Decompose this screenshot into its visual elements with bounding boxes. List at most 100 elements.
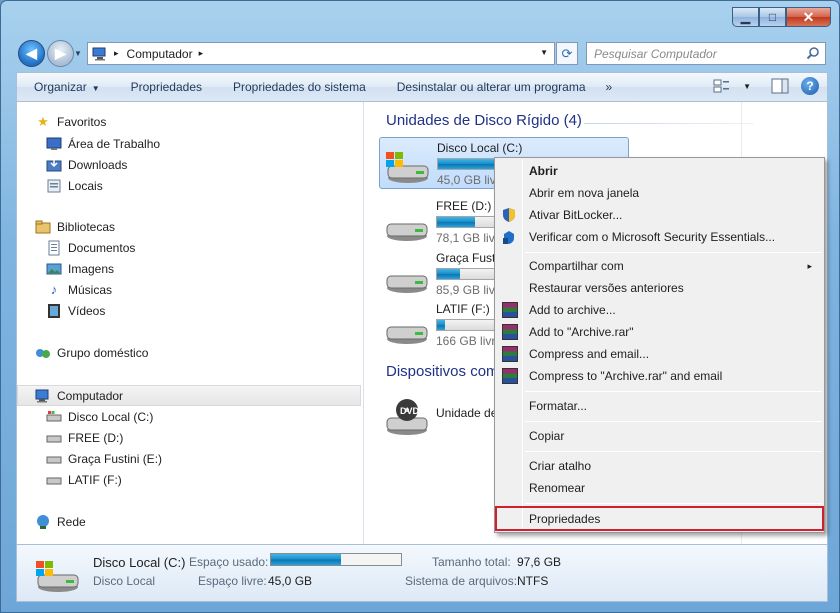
pictures-icon [46, 263, 62, 274]
drive-usage-fill [437, 320, 445, 330]
sidebar-item-label: FREE (D:) [68, 430, 124, 445]
sidebar-favorites[interactable]: ★ Favoritos [35, 111, 106, 132]
view-controls: ▼ ? [713, 77, 819, 95]
address-dropdown-icon[interactable]: ▼ [540, 48, 548, 57]
preview-pane-icon[interactable] [771, 78, 789, 94]
sidebar-computer[interactable]: Computador [17, 385, 361, 406]
menu-item-add-to-archive[interactable]: Add to archive... [497, 299, 822, 321]
menu-separator [525, 451, 822, 452]
documents-icon [48, 240, 60, 255]
menu-item-label: Abrir [529, 164, 558, 178]
more-commands-button[interactable]: » [600, 80, 627, 94]
sidebar-libraries-label: Bibliotecas [57, 219, 116, 234]
details-free-value: 45,0 GB [268, 574, 313, 588]
sidebar-item-pictures[interactable]: Imagens [46, 258, 114, 279]
back-arrow-icon: ◀ [26, 45, 37, 61]
sidebar-item-music[interactable]: ♪ Músicas [46, 279, 112, 300]
menu-item-properties[interactable]: Propriedades [495, 506, 824, 531]
menu-item-label: Propriedades [529, 511, 601, 526]
menu-item-label: Abrir em nova janela [529, 186, 640, 200]
navigation-bar: ◀ ▶ ▼ ▸ Computador ▸ ▼ ⟳ Pesquisar Compu… [1, 35, 839, 71]
sidebar-item-recent[interactable]: Locais [46, 175, 103, 196]
sidebar-item-label: Locais [68, 178, 103, 193]
dvd-drive-icon [386, 399, 428, 435]
menu-item-rename[interactable]: Renomear [497, 477, 822, 499]
forward-button[interactable]: ▶ [47, 40, 74, 67]
menu-item-share-with[interactable]: Compartilhar com ▸ [497, 255, 822, 277]
sidebar-network[interactable]: Rede [35, 511, 86, 532]
winrar-icon [502, 368, 518, 384]
command-bar: Organizar ▼ Propriedades Propriedades do … [16, 72, 828, 102]
help-icon[interactable]: ? [801, 77, 819, 95]
computer-icon [35, 389, 49, 402]
address-bar[interactable]: ▸ Computador ▸ ▼ [87, 42, 555, 65]
menu-item-security-scan[interactable]: Verificar com o Microsoft Security Essen… [497, 226, 822, 248]
menu-item-format[interactable]: Formatar... [497, 395, 822, 417]
caption-buttons: ▁ □ ✕ [732, 7, 831, 27]
menu-item-open[interactable]: Abrir [497, 160, 822, 182]
sidebar-item-label: Imagens [68, 261, 115, 276]
sidebar-item-desktop[interactable]: Área de Trabalho [46, 133, 160, 154]
menu-item-label: Criar atalho [529, 459, 592, 473]
refresh-icon: ⟳ [561, 45, 573, 61]
drive-name: FREE (D:) [436, 199, 492, 213]
sidebar-item-label: Graça Fustini (E:) [68, 451, 163, 466]
menu-item-compress-email[interactable]: Compress and email... [497, 343, 822, 365]
menu-separator [525, 252, 822, 253]
search-input[interactable]: Pesquisar Computador [586, 42, 826, 65]
desktop-icon [46, 137, 62, 150]
music-icon: ♪ [50, 282, 58, 297]
drive-icon [386, 223, 428, 241]
back-button[interactable]: ◀ [18, 40, 45, 67]
organize-menu[interactable]: Organizar ▼ [17, 80, 114, 94]
sidebar-item-documents[interactable]: Documentos [46, 237, 135, 258]
sidebar-item-videos[interactable]: Vídeos [46, 300, 105, 321]
change-view-icon[interactable] [713, 78, 731, 94]
sidebar-item-drive-f[interactable]: LATIF (F:) [46, 469, 122, 490]
sidebar-network-label: Rede [57, 514, 86, 529]
view-dropdown-icon[interactable]: ▼ [743, 82, 751, 91]
search-icon[interactable] [806, 46, 820, 60]
recent-pages-dropdown[interactable]: ▼ [74, 49, 82, 58]
group-header-hdd[interactable]: Unidades de Disco Rígido (4) [386, 112, 582, 129]
sidebar-item-drive-e[interactable]: Graça Fustini (E:) [46, 448, 162, 469]
close-button[interactable]: ✕ [786, 7, 831, 27]
sidebar-libraries[interactable]: Bibliotecas [35, 216, 115, 237]
menu-item-restore-versions[interactable]: Restaurar versões anteriores [497, 277, 822, 299]
sidebar-item-drive-c[interactable]: Disco Local (C:) [46, 406, 153, 427]
drive-name: LATIF (F:) [436, 302, 490, 316]
menu-item-compress-rar-email[interactable]: Compress to "Archive.rar" and email [497, 365, 822, 387]
sidebar-item-downloads[interactable]: Downloads [46, 154, 127, 175]
sidebar-homegroup[interactable]: Grupo doméstico [35, 342, 148, 363]
breadcrumb-computador[interactable]: Computador [127, 47, 193, 61]
minimize-button[interactable]: ▁ [732, 7, 759, 27]
sidebar-item-label: Documentos [68, 240, 136, 255]
menu-item-label: Compress and email... [529, 347, 650, 361]
sidebar-item-drive-d[interactable]: FREE (D:) [46, 427, 123, 448]
drive-icon [46, 435, 62, 442]
properties-button[interactable]: Propriedades [114, 80, 216, 94]
refresh-button[interactable]: ⟳ [556, 42, 578, 65]
menu-item-create-shortcut[interactable]: Criar atalho [497, 455, 822, 477]
drive-icon [386, 275, 428, 293]
menu-item-copy[interactable]: Copiar [497, 425, 822, 447]
menu-item-label: Verificar com o Microsoft Security Essen… [529, 230, 776, 244]
recent-places-icon [47, 179, 61, 192]
details-fs-label: Sistema de arquivos: [405, 574, 518, 588]
winrar-icon [502, 302, 518, 318]
videos-icon [48, 303, 60, 318]
menu-item-label: Ativar BitLocker... [529, 208, 623, 222]
menu-item-label: Formatar... [529, 399, 588, 413]
menu-item-bitlocker[interactable]: Ativar BitLocker... [497, 204, 822, 226]
system-properties-button[interactable]: Propriedades do sistema [216, 80, 380, 94]
breadcrumb-separator-2[interactable]: ▸ [199, 48, 204, 59]
chevron-down-icon: ▼ [91, 84, 100, 93]
menu-item-add-to-archive-rar[interactable]: Add to "Archive.rar" [497, 321, 822, 343]
menu-item-label: Add to "Archive.rar" [529, 325, 634, 339]
uninstall-button[interactable]: Desinstalar ou alterar um programa [380, 80, 600, 94]
menu-item-open-new-window[interactable]: Abrir em nova janela [497, 182, 822, 204]
breadcrumb-separator[interactable]: ▸ [114, 48, 119, 59]
maximize-button[interactable]: □ [759, 7, 786, 27]
winrar-icon [502, 324, 518, 340]
group-header-removable[interactable]: Dispositivos com [386, 363, 499, 380]
